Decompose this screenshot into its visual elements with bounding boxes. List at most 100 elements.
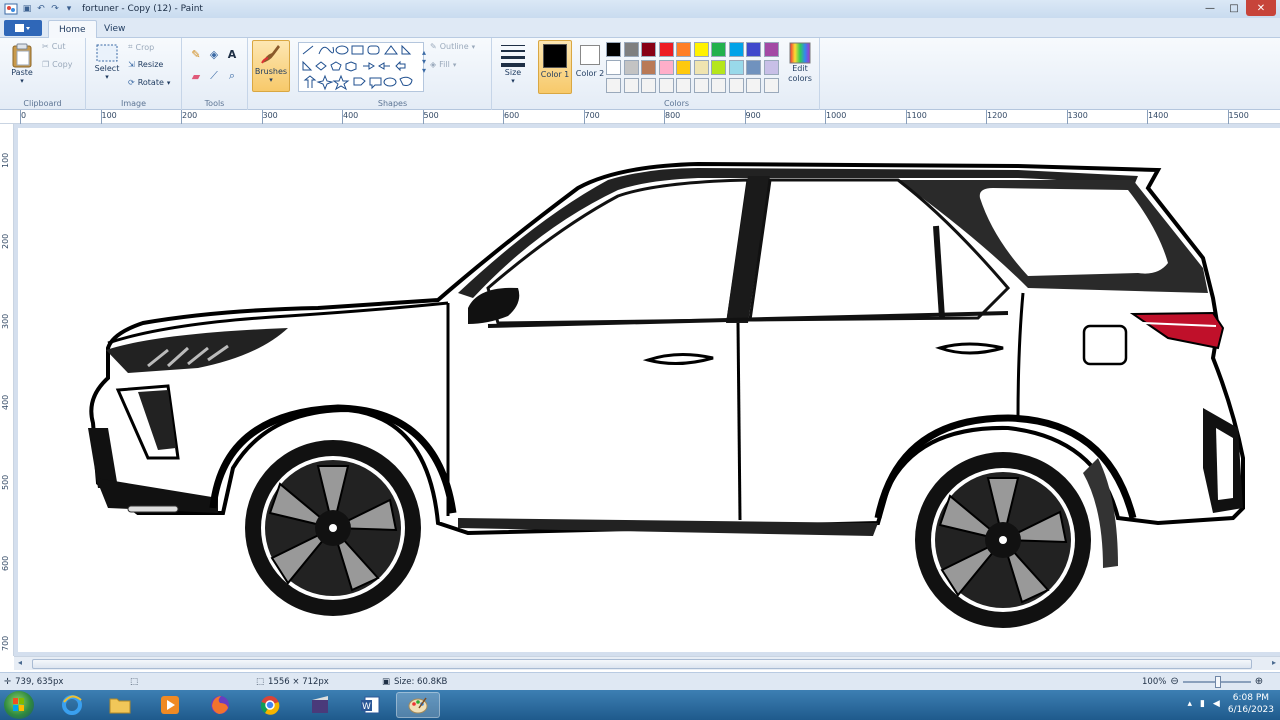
taskbar-paint[interactable]	[396, 692, 440, 718]
taskbar-internet-explorer[interactable]	[50, 692, 94, 718]
outline-button[interactable]: ✎ Outline ▾	[430, 42, 475, 51]
customize-quick-access-icon[interactable]: ▾	[62, 3, 76, 15]
palette-swatch[interactable]	[623, 42, 639, 57]
palette-swatch[interactable]	[693, 42, 709, 57]
zoom-slider-thumb[interactable]	[1214, 675, 1221, 688]
pencil-icon[interactable]: ✎	[188, 46, 204, 62]
clock[interactable]: 6:08 PM 6/16/2023	[1228, 692, 1274, 716]
zoom-out-button[interactable]: ⊖	[1170, 676, 1178, 687]
palette-swatch[interactable]	[641, 78, 656, 93]
copy-button[interactable]: ❐ Copy	[42, 60, 72, 69]
palette-swatch[interactable]	[658, 42, 674, 57]
palette-swatch[interactable]	[711, 60, 726, 75]
taskbar-media-player[interactable]	[148, 692, 192, 718]
select-dropdown-icon[interactable]: ▾	[105, 73, 109, 81]
ruler-tick	[905, 110, 907, 124]
paste-dropdown-icon[interactable]: ▾	[20, 77, 24, 85]
word-icon: W	[361, 696, 380, 714]
palette-swatch[interactable]	[676, 60, 691, 75]
edit-colors-button[interactable]: Edit colors	[784, 42, 816, 84]
crop-button[interactable]: ⌗ Crop	[128, 42, 154, 52]
palette-swatch[interactable]	[606, 60, 621, 75]
palette-swatch[interactable]	[728, 78, 744, 93]
crop-label: Crop	[135, 42, 155, 52]
text-tool-icon[interactable]: A	[224, 46, 240, 62]
paint-app-icon[interactable]	[4, 3, 18, 15]
cursor-position-value: 739, 635px	[15, 676, 64, 687]
color1-button[interactable]: Color 1	[538, 40, 572, 94]
tab-home[interactable]: Home	[48, 20, 97, 38]
palette-swatch[interactable]	[676, 42, 691, 57]
color2-button[interactable]: Color 2	[574, 40, 606, 94]
cut-button[interactable]: ✂ Cut	[42, 42, 66, 51]
paste-button[interactable]: Paste ▾	[6, 42, 38, 85]
palette-swatch[interactable]	[728, 60, 744, 75]
minimize-button[interactable]: —	[1198, 0, 1222, 16]
save-icon[interactable]: ▣	[20, 3, 34, 15]
system-tray: ▴ ▮ ◀ 6:08 PM 6/16/2023	[1187, 692, 1274, 716]
palette-swatch[interactable]	[763, 78, 779, 93]
palette-swatch[interactable]	[623, 60, 639, 75]
palette-swatch[interactable]	[763, 60, 779, 75]
paste-label: Paste	[11, 68, 33, 77]
volume-icon[interactable]: ◀	[1213, 699, 1220, 709]
scrollbar-thumb[interactable]	[32, 659, 1252, 669]
taskbar-firefox[interactable]	[198, 692, 242, 718]
taskbar-movie-maker[interactable]	[298, 692, 342, 718]
palette-swatch[interactable]	[746, 78, 761, 93]
resize-button[interactable]: ⇲ Resize	[128, 60, 163, 69]
palette-swatch[interactable]	[746, 60, 761, 75]
rotate-button[interactable]: ⟳ Rotate ▾	[128, 78, 170, 87]
shapes-group: ▴ ▾ ▾ ✎ Outline ▾ ◈ Fill ▾ Shapes	[294, 38, 492, 110]
network-icon[interactable]: ▮	[1200, 699, 1205, 709]
color-picker-icon[interactable]: ⟋	[206, 68, 222, 84]
resize-label: Resize	[137, 60, 164, 69]
palette-swatch[interactable]	[658, 60, 674, 75]
clock-date: 6/16/2023	[1227, 705, 1274, 715]
clipboard-group-label: Clipboard	[23, 99, 62, 108]
maximize-button[interactable]: □	[1222, 0, 1246, 16]
eraser-icon[interactable]: ▰	[188, 68, 204, 84]
palette-swatch[interactable]	[606, 42, 621, 57]
palette-swatch[interactable]	[711, 78, 726, 93]
palette-swatch[interactable]	[658, 78, 674, 93]
palette-swatch[interactable]	[693, 60, 709, 75]
taskbar-file-explorer[interactable]	[98, 692, 142, 718]
magnifier-icon[interactable]: ⌕	[224, 68, 240, 84]
palette-swatch[interactable]	[623, 78, 639, 93]
show-hidden-icons-icon[interactable]: ▴	[1187, 699, 1192, 709]
zoom-slider[interactable]	[1182, 675, 1251, 688]
scroll-left-icon[interactable]: ◂	[18, 658, 22, 667]
zoom-in-button[interactable]: ⊕	[1255, 676, 1263, 687]
redo-icon[interactable]: ↷	[48, 3, 62, 15]
drawing-canvas[interactable]	[18, 128, 1280, 652]
fill-bucket-icon[interactable]: ◈	[206, 46, 222, 62]
palette-swatch[interactable]	[693, 78, 709, 93]
outline-label: Outline	[439, 42, 469, 51]
start-button[interactable]	[4, 691, 34, 719]
palette-swatch[interactable]	[763, 42, 779, 57]
taskbar-word[interactable]: W	[348, 692, 392, 718]
undo-icon[interactable]: ↶	[34, 3, 48, 15]
horizontal-scrollbar[interactable]: ◂ ▸	[14, 656, 1280, 670]
brushes-button[interactable]: Brushes ▾	[252, 40, 290, 92]
palette-swatch[interactable]	[676, 78, 691, 93]
palette-swatch[interactable]	[711, 42, 726, 57]
size-button[interactable]: Size ▾	[496, 42, 530, 85]
palette-swatch[interactable]	[728, 42, 744, 57]
ruler-tick-label: 1500	[1228, 111, 1249, 120]
taskbar-chrome[interactable]	[248, 692, 292, 718]
palette-swatch[interactable]	[746, 42, 761, 57]
close-button[interactable]: ✕	[1246, 0, 1276, 16]
scroll-right-icon[interactable]: ▸	[1272, 658, 1276, 667]
select-button[interactable]: Select ▾	[92, 42, 122, 81]
fill-button[interactable]: ◈ Fill ▾	[430, 60, 456, 69]
selection-icon: ⬚	[130, 676, 139, 687]
tab-view[interactable]: View	[94, 20, 135, 38]
palette-swatch[interactable]	[641, 60, 656, 75]
file-menu-button[interactable]	[4, 20, 42, 36]
shapes-gallery[interactable]	[298, 42, 424, 92]
palette-swatch[interactable]	[606, 78, 621, 93]
palette-swatch[interactable]	[641, 42, 656, 57]
shapes-scroll-icon[interactable]: ▴ ▾ ▾	[422, 48, 426, 75]
